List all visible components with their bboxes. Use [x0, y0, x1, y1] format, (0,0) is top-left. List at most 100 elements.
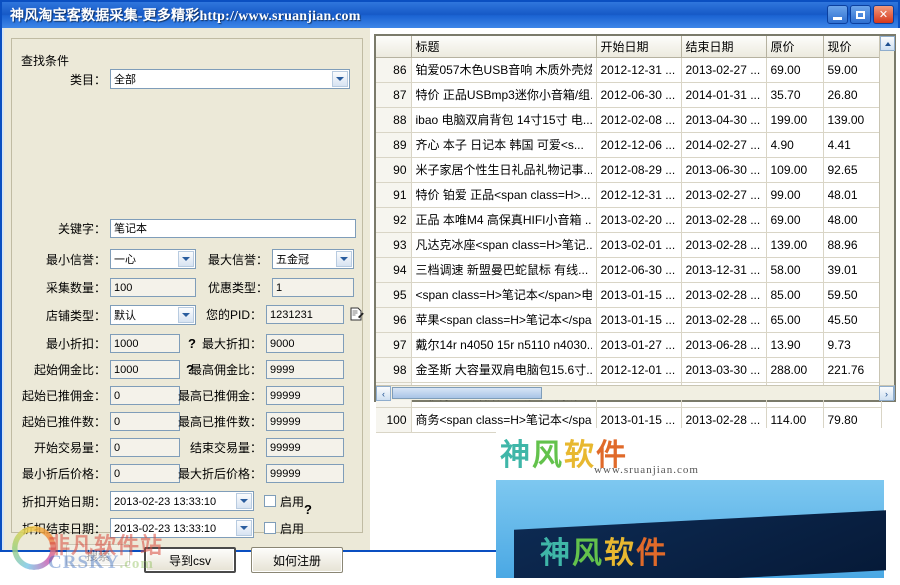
- search-button[interactable]: 搜索: [66, 544, 130, 566]
- cell-end-date: 2013-02-28 ...: [681, 207, 767, 233]
- discount-start-enable-checkbox[interactable]: 启用: [264, 493, 304, 510]
- table-row[interactable]: 95 <span class=H>笔记本</span>电... 2013-01-15…: [376, 282, 882, 308]
- max-discount-input[interactable]: 9000: [266, 334, 344, 353]
- col-header-current-price[interactable]: 现价: [823, 36, 882, 58]
- table-row[interactable]: 98 金圣斯 大容量双肩电脑包15.6寸... 2012-12-01 ... 2013…: [376, 357, 882, 383]
- table-row[interactable]: 89 齐心 本子 日记本 韩国 可爱<s... 2012-12-06 ... 2014…: [376, 132, 882, 158]
- start-commission-input[interactable]: 1000: [110, 360, 180, 379]
- shop-type-select[interactable]: 默认: [110, 305, 196, 325]
- cell-current-price: 59.50: [823, 282, 882, 308]
- cell-current-price: 48.01: [823, 182, 882, 208]
- max-commission-input[interactable]: 9999: [266, 360, 344, 379]
- chevron-down-icon[interactable]: [236, 493, 252, 509]
- pid-input[interactable]: 1231231: [266, 305, 344, 324]
- label-category: 类目：: [69, 72, 106, 87]
- table-row[interactable]: 96 苹果<span class=H>笔记本</spa... 2013-01-15 …: [376, 307, 882, 333]
- cell-index: 100: [376, 407, 412, 433]
- chevron-down-icon[interactable]: [336, 251, 352, 267]
- cell-end-date: 2013-02-27 ...: [681, 57, 767, 83]
- table-row[interactable]: 86 铂爱057木色USB音响 木质外壳炫... 2012-12-31 ... 201…: [376, 57, 882, 83]
- table-row[interactable]: 91 特价 铂爱 正品<span class=H>... 2012-12-31 ..…: [376, 182, 882, 208]
- chevron-down-icon[interactable]: [236, 520, 252, 536]
- scroll-left-icon[interactable]: ‹: [376, 386, 391, 401]
- discount-end-date-picker[interactable]: 2013-02-23 13:33:10: [110, 518, 254, 538]
- discount-start-date-picker[interactable]: 2013-02-23 13:33:10: [110, 491, 254, 511]
- col-header-original-price[interactable]: 原价: [766, 36, 824, 58]
- col-header-end-date[interactable]: 结束日期: [681, 36, 767, 58]
- label-pid: 您的PID：: [205, 308, 262, 322]
- minimize-button[interactable]: [827, 5, 848, 24]
- chevron-down-icon[interactable]: [178, 251, 194, 267]
- minimize-icon: [833, 16, 842, 20]
- scroll-up-icon[interactable]: [880, 36, 895, 51]
- promo-type-input[interactable]: 1: [272, 278, 354, 297]
- cell-current-price: 139.00: [823, 107, 882, 133]
- label-min-price: 最小折后价格：: [21, 467, 106, 481]
- row-start-commission: 起始佣金比： 1000 ?: [18, 360, 194, 379]
- start-pushed-items-input[interactable]: 0: [110, 412, 180, 431]
- close-button[interactable]: ✕: [873, 5, 894, 24]
- cell-current-price: 26.80: [823, 82, 882, 108]
- min-discount-help[interactable]: ?: [188, 336, 196, 351]
- table-row[interactable]: 93 凡达克冰座<span class=H>笔记... 2013-02-01 ...…: [376, 232, 882, 258]
- edit-document-icon[interactable]: [349, 307, 364, 322]
- table-row[interactable]: 87 特价 正品USBmp3迷你小音箱/组... 2012-06-30 ... 201…: [376, 82, 882, 108]
- end-volume-input[interactable]: 99999: [266, 438, 344, 457]
- max-pushed-commission-input[interactable]: 99999: [266, 386, 344, 405]
- table-row[interactable]: 92 正品 本唯M4 高保真HIFI小音箱 ... 2013-02-20 ... 20…: [376, 207, 882, 233]
- label-min-discount: 最小折扣：: [45, 337, 106, 351]
- export-csv-button[interactable]: 导到csv: [144, 547, 236, 573]
- category-select[interactable]: 全部: [110, 69, 350, 89]
- discount-end-enable-checkbox[interactable]: 启用: [264, 520, 304, 537]
- cell-start-date: 2012-12-06 ...: [596, 132, 682, 158]
- brand-logo-bottom: 神风软件: [540, 528, 668, 572]
- cell-start-date: 2013-01-15 ...: [596, 282, 682, 308]
- scroll-right-icon[interactable]: ›: [879, 386, 894, 401]
- min-discount-input[interactable]: 1000: [110, 334, 180, 353]
- max-price-input[interactable]: 99999: [266, 464, 344, 483]
- date-help[interactable]: ?: [304, 502, 312, 517]
- chevron-down-icon[interactable]: [332, 71, 348, 87]
- chevron-down-icon[interactable]: [178, 307, 194, 323]
- cell-index: 98: [376, 357, 412, 383]
- max-credit-select[interactable]: 五金冠: [272, 249, 354, 269]
- table-row[interactable]: 94 三档调速 新盟曼巴蛇鼠标 有线... 2012-06-30 ... 2013-1…: [376, 257, 882, 283]
- start-pushed-commission-input[interactable]: 0: [110, 386, 180, 405]
- collect-count-input[interactable]: 100: [110, 278, 196, 297]
- cell-index: 95: [376, 282, 412, 308]
- cell-title: ibao 电脑双肩背包 14寸15寸 电...: [411, 107, 597, 133]
- cell-index: 93: [376, 232, 412, 258]
- cell-title: 戴尔14r n4050 15r n5110 n4030...: [411, 332, 597, 358]
- min-price-input[interactable]: 0: [110, 464, 180, 483]
- row-min-credit: 最小信誉： 一心: [30, 249, 196, 269]
- close-icon: ✕: [878, 9, 889, 21]
- cell-end-date: 2013-02-27 ...: [681, 182, 767, 208]
- table-row[interactable]: 97 戴尔14r n4050 15r n5110 n4030... 2013-01-…: [376, 332, 882, 358]
- logo-char-1: 神: [540, 536, 572, 571]
- maximize-button[interactable]: [850, 5, 871, 24]
- col-header-start-date[interactable]: 开始日期: [596, 36, 682, 58]
- table-row[interactable]: 88 ibao 电脑双肩背包 14寸15寸 电... 2012-02-08 ... 2…: [376, 107, 882, 133]
- keyword-input[interactable]: 笔记本: [110, 219, 356, 238]
- cell-end-date: 2013-02-28 ...: [681, 282, 767, 308]
- row-max-price: 最大折后价格： 99999: [176, 464, 344, 483]
- col-header-index[interactable]: [376, 36, 412, 58]
- min-credit-select[interactable]: 一心: [110, 249, 196, 269]
- cell-current-price: 92.65: [823, 157, 882, 183]
- row-max-pushed-commission: 最高已推佣金： 99999: [176, 386, 344, 405]
- cell-start-date: 2012-12-31 ...: [596, 182, 682, 208]
- start-volume-input[interactable]: 0: [110, 438, 180, 457]
- cell-start-date: 2012-12-31 ...: [596, 57, 682, 83]
- grid-horizontal-scrollbar[interactable]: ‹ ›: [376, 385, 894, 401]
- cell-index: 92: [376, 207, 412, 233]
- h-scroll-thumb[interactable]: [392, 387, 542, 399]
- logo-char-2: 风: [572, 536, 604, 571]
- cell-current-price: 59.00: [823, 57, 882, 83]
- how-to-register-button[interactable]: 如何注册: [251, 547, 343, 573]
- results-grid[interactable]: 标题 开始日期 结束日期 原价 现价 86 铂爱057木色USB音响 木质外壳炫.…: [374, 34, 896, 433]
- col-header-title[interactable]: 标题: [411, 36, 597, 58]
- table-row[interactable]: 90 米子家居个性生日礼品礼物记事... 2012-08-29 ... 2013-06…: [376, 157, 882, 183]
- grid-vertical-scrollbar[interactable]: [879, 36, 895, 400]
- cell-original-price: 4.90: [766, 132, 824, 158]
- max-pushed-items-input[interactable]: 99999: [266, 412, 344, 431]
